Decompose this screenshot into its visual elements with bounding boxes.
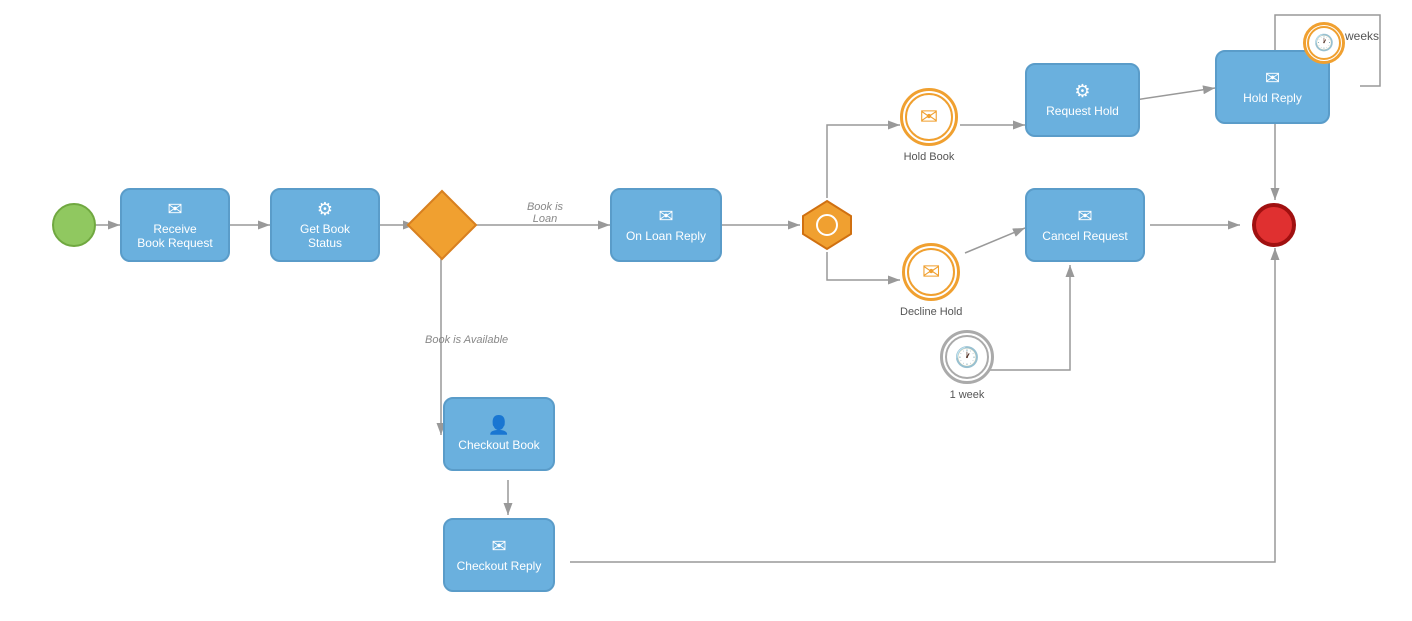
hold-book-node: ✉ Hold Book bbox=[900, 88, 958, 164]
end-event-node bbox=[1252, 203, 1296, 247]
receive-book-request-label: Receive Book Request bbox=[137, 222, 212, 250]
start-event bbox=[52, 203, 96, 247]
gear-icon-2: ⚙ bbox=[1074, 82, 1090, 100]
on-loan-reply-label: On Loan Reply bbox=[626, 229, 706, 243]
mail-icon-5: ✉ bbox=[491, 537, 506, 555]
gear-icon: ⚙ bbox=[317, 200, 333, 218]
mail-icon-2: ✉ bbox=[658, 207, 673, 225]
gateway1-node bbox=[415, 198, 469, 252]
checkout-book-node: 👤 Checkout Book bbox=[443, 397, 555, 471]
svg-text:Book is: Book is bbox=[527, 201, 564, 213]
timer-1week-node: 🕐 1 week bbox=[940, 330, 994, 402]
mail-icon-3: ✉ bbox=[1265, 69, 1280, 87]
mail-icon: ✉ bbox=[167, 200, 182, 218]
gateway2-node bbox=[800, 198, 854, 252]
hold-book-label: Hold Book bbox=[904, 150, 955, 164]
hold-reply-node: 🕐 ✉ Hold Reply bbox=[1215, 50, 1330, 124]
get-book-status-node: ⚙ Get Book Status bbox=[270, 188, 380, 262]
checkout-reply-node: ✉ Checkout Reply bbox=[443, 518, 555, 592]
svg-text:Loan: Loan bbox=[533, 213, 557, 225]
request-hold-node: ⚙ Request Hold bbox=[1025, 63, 1140, 137]
cancel-request-node: ✉ Cancel Request bbox=[1025, 188, 1145, 262]
checkout-book-label: Checkout Book bbox=[458, 438, 539, 452]
get-book-status-label: Get Book Status bbox=[300, 222, 350, 250]
svg-text:Book is Available: Book is Available bbox=[425, 334, 508, 346]
mail-icon-4: ✉ bbox=[1077, 207, 1092, 225]
user-icon: 👤 bbox=[488, 416, 510, 434]
bpmn-diagram: Book is Loan Book is Available 2 weeks ✉… bbox=[0, 0, 1412, 621]
on-loan-reply-node: ✉ On Loan Reply bbox=[610, 188, 722, 262]
decline-hold-node: ✉ Decline Hold bbox=[900, 243, 962, 319]
cancel-request-label: Cancel Request bbox=[1042, 229, 1127, 243]
hold-reply-label: Hold Reply bbox=[1243, 91, 1302, 105]
receive-book-request-node: ✉ Receive Book Request bbox=[120, 188, 230, 262]
timer-1week-label: 1 week bbox=[950, 388, 985, 402]
checkout-reply-label: Checkout Reply bbox=[457, 559, 542, 573]
decline-hold-label: Decline Hold bbox=[900, 305, 962, 319]
request-hold-label: Request Hold bbox=[1046, 104, 1119, 118]
